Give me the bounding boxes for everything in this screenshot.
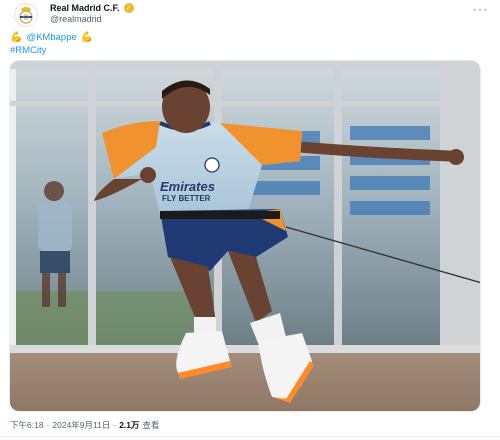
divider xyxy=(0,436,500,437)
tweet-header: Real Madrid C.F. ✓ @realmadrid ··· xyxy=(10,0,490,30)
avatar[interactable] xyxy=(14,3,38,27)
media-photo[interactable]: Emirates FLY BETTER xyxy=(9,60,481,412)
training-photo-image: Emirates FLY BETTER xyxy=(10,61,480,411)
tweet-line-1: 💪 @KMbappe 💪 xyxy=(10,31,93,44)
display-name[interactable]: Real Madrid C.F. xyxy=(50,3,120,13)
tweet-text: 💪 @KMbappe 💪 #RMCity xyxy=(10,31,93,57)
tweet-line-2: #RMCity xyxy=(10,44,93,57)
hashtag-link[interactable]: #RMCity xyxy=(10,44,46,57)
more-dots-icon[interactable]: ··· xyxy=(473,2,488,16)
flexed-biceps-emoji: 💪 xyxy=(10,32,23,43)
meta-separator: · xyxy=(46,420,50,430)
tweet-meta: 下午6:18 · 2024年9月11日 · 2.1万 查看 xyxy=(10,419,160,431)
verified-gold-badge-icon: ✓ xyxy=(123,3,134,13)
views-label[interactable]: 查看 xyxy=(143,419,160,431)
mention-link[interactable]: @KMbappe xyxy=(26,31,76,44)
shirt-sponsor-text-2: FLY BETTER xyxy=(162,194,211,203)
flexed-biceps-emoji: 💪 xyxy=(80,32,94,43)
shirt-sponsor-text-1: Emirates xyxy=(160,179,215,194)
real-madrid-crest-icon xyxy=(19,7,33,24)
post-date[interactable]: 2024年9月11日 xyxy=(52,419,110,431)
account-handle[interactable]: @realmadrid xyxy=(50,14,102,24)
views-count[interactable]: 2.1万 xyxy=(119,419,139,431)
post-time[interactable]: 下午6:18 xyxy=(10,419,44,431)
meta-separator: · xyxy=(113,420,117,430)
name-row: Real Madrid C.F. ✓ xyxy=(50,3,134,13)
